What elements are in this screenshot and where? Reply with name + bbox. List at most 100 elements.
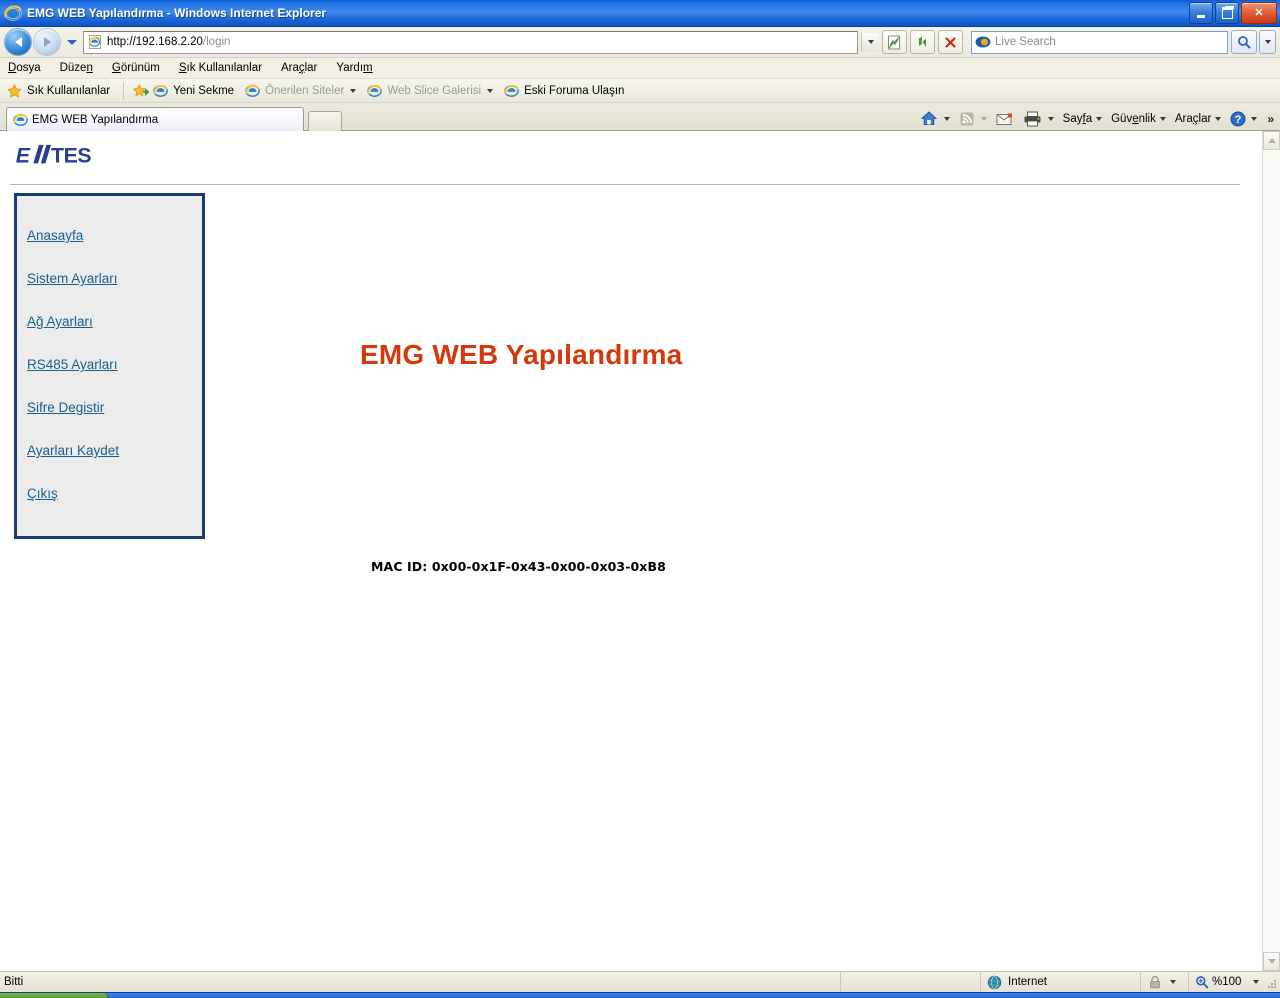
new-tab-button[interactable] — [308, 111, 342, 131]
ie-icon — [504, 83, 519, 98]
menu-duzen[interactable]: Düzen — [60, 62, 93, 74]
vertical-scrollbar[interactable] — [1262, 131, 1280, 971]
chevron-down-icon[interactable] — [943, 116, 950, 121]
security-zone-cell[interactable] — [840, 972, 993, 992]
fav-label: Web Slice Galerisi — [387, 84, 482, 97]
close-icon: ✕ — [1254, 6, 1264, 19]
chevron-down-icon — [867, 40, 874, 44]
command-bar: Sayfa Güvenlik Araçlar ? » — [911, 110, 1274, 127]
address-path: /login — [202, 36, 231, 48]
close-icon — [945, 36, 956, 48]
stop-button[interactable] — [938, 30, 963, 54]
fav-label: Eski Foruma Ulaşın — [524, 84, 625, 97]
recent-pages-button[interactable] — [64, 39, 80, 45]
window-title-bar[interactable]: EMG WEB Yapılandırma - Windows Internet … — [0, 0, 1280, 27]
favorites-bar: Sık Kullanılanlar Yeni Sekme Önerilen Si… — [0, 79, 1280, 103]
sidebar-navigation: Anasayfa Sistem Ayarları Ağ Ayarları RS4… — [14, 193, 205, 539]
scroll-down-button[interactable] — [1263, 952, 1280, 971]
address-bar[interactable]: http://192.168.2.20/login — [83, 30, 858, 54]
menu-sik-kullanilanlar[interactable]: Sık Kullanılanlar — [179, 62, 262, 74]
star-icon — [7, 83, 22, 98]
status-text: Bitti — [4, 976, 24, 988]
mail-icon — [996, 113, 1012, 125]
search-placeholder-text: Live Search — [995, 36, 1056, 48]
search-input[interactable]: Live Search — [971, 30, 1228, 54]
forward-button[interactable] — [33, 28, 61, 56]
search-button[interactable] — [1231, 30, 1257, 54]
rss-icon — [960, 112, 974, 125]
menu-dosya[interactable]: Dosya — [8, 62, 41, 74]
bing-logo-icon — [975, 35, 991, 49]
menu-yardim[interactable]: Yardım — [336, 62, 372, 74]
zoom-icon — [1195, 975, 1209, 989]
tab-bar: EMG WEB Yapılandırma Sayfa Güvenlik Araç… — [0, 103, 1280, 131]
chevron-down-icon — [1251, 116, 1258, 121]
chevron-down-icon — [1264, 40, 1271, 44]
chevron-down-icon[interactable] — [1253, 980, 1260, 984]
search-providers-button[interactable] — [1259, 30, 1276, 54]
svg-text:E: E — [16, 144, 31, 168]
menu-bar: Dosya Düzen Görünüm Sık Kullanılanlar Ar… — [0, 58, 1280, 79]
feeds-button[interactable] — [959, 111, 987, 127]
fav-item-yeni-sekme[interactable]: Yeni Sekme — [132, 83, 234, 98]
security-zone[interactable]: Internet — [980, 972, 1153, 992]
fav-item-onerilen-siteler[interactable]: Önerilen Siteler — [245, 83, 357, 98]
menu-guvenlik[interactable]: Güvenlik — [1111, 113, 1166, 125]
compatibility-view-button[interactable] — [882, 30, 907, 54]
sidebar-item-sifre-degistir[interactable]: Sifre Degistir — [27, 400, 104, 415]
zoom-level[interactable]: %100 — [1188, 972, 1280, 992]
sidebar-item-ayarlari-kaydet[interactable]: Ayarları Kaydet — [27, 443, 119, 458]
mail-button[interactable] — [996, 112, 1014, 126]
chevron-down-icon — [980, 116, 987, 121]
menu-gorunum[interactable]: Görünüm — [112, 62, 160, 74]
chevron-down-icon[interactable] — [487, 88, 494, 93]
status-bar: Bitti Internet %100 — [0, 971, 1280, 992]
fav-item-eski-foruma-ulasin[interactable]: Eski Foruma Ulaşın — [504, 83, 624, 98]
refresh-icon — [918, 36, 926, 47]
menu-label: Sayfa — [1062, 112, 1093, 125]
address-dropdown-button[interactable] — [861, 32, 879, 52]
sidebar-item-cikis[interactable]: Çıkış — [27, 486, 58, 501]
scroll-up-button[interactable] — [1263, 131, 1280, 150]
sidebar-item-anasayfa[interactable]: Anasayfa — [27, 228, 83, 243]
menu-sayfa[interactable]: Sayfa — [1062, 112, 1103, 125]
resize-grip[interactable] — [1266, 978, 1278, 990]
fav-item-web-slice-galerisi[interactable]: Web Slice Galerisi — [367, 83, 494, 98]
internet-explorer-icon — [4, 4, 22, 22]
zone-label: Internet — [1008, 976, 1047, 988]
sidebar-item-rs485-ayarlari[interactable]: RS485 Ayarları — [27, 357, 118, 372]
windows-taskbar[interactable] — [0, 992, 1280, 998]
close-button[interactable]: ✕ — [1241, 2, 1277, 24]
print-button[interactable] — [1023, 111, 1054, 127]
back-button[interactable] — [4, 28, 32, 56]
menu-araclar[interactable]: Araçlar — [1174, 112, 1222, 125]
forward-arrow-icon — [43, 37, 51, 47]
ie-page-icon — [153, 83, 168, 98]
menu-label: Araçlar — [1174, 112, 1212, 125]
globe-icon — [987, 975, 1002, 990]
sidebar-item-ag-ayarlari[interactable]: Ağ Ayarları — [27, 314, 93, 329]
sidebar-item-sistem-ayarlari[interactable]: Sistem Ayarları — [27, 271, 118, 286]
tab-emg-web-yapilandirma[interactable]: EMG WEB Yapılandırma — [6, 107, 304, 131]
overflow-button[interactable]: » — [1267, 112, 1274, 126]
web-page: E TES Anasayfa Sistem Ayarları Ağ Ayarla… — [0, 131, 1262, 971]
ie-icon — [245, 83, 260, 98]
chevron-down-icon[interactable] — [1170, 980, 1176, 984]
minimize-button[interactable] — [1189, 2, 1213, 24]
favorites-button[interactable]: Sık Kullanılanlar — [7, 83, 110, 98]
search-icon — [1238, 36, 1251, 49]
chevron-down-icon[interactable] — [1047, 116, 1054, 121]
menu-label: Güvenlik — [1111, 112, 1156, 125]
minimize-icon — [1197, 15, 1205, 18]
start-button[interactable] — [0, 993, 109, 998]
restore-button[interactable] — [1215, 2, 1239, 24]
menu-araclar[interactable]: Araçlar — [281, 62, 317, 74]
add-to-favorites-icon — [132, 83, 150, 98]
chevron-down-icon[interactable] — [350, 88, 357, 93]
print-icon — [1024, 111, 1041, 126]
address-host: http://192.168.2.20 — [107, 36, 203, 48]
help-button[interactable]: ? — [1230, 111, 1258, 127]
refresh-button[interactable] — [910, 30, 935, 54]
home-button[interactable] — [920, 110, 950, 127]
back-arrow-icon — [14, 37, 22, 47]
